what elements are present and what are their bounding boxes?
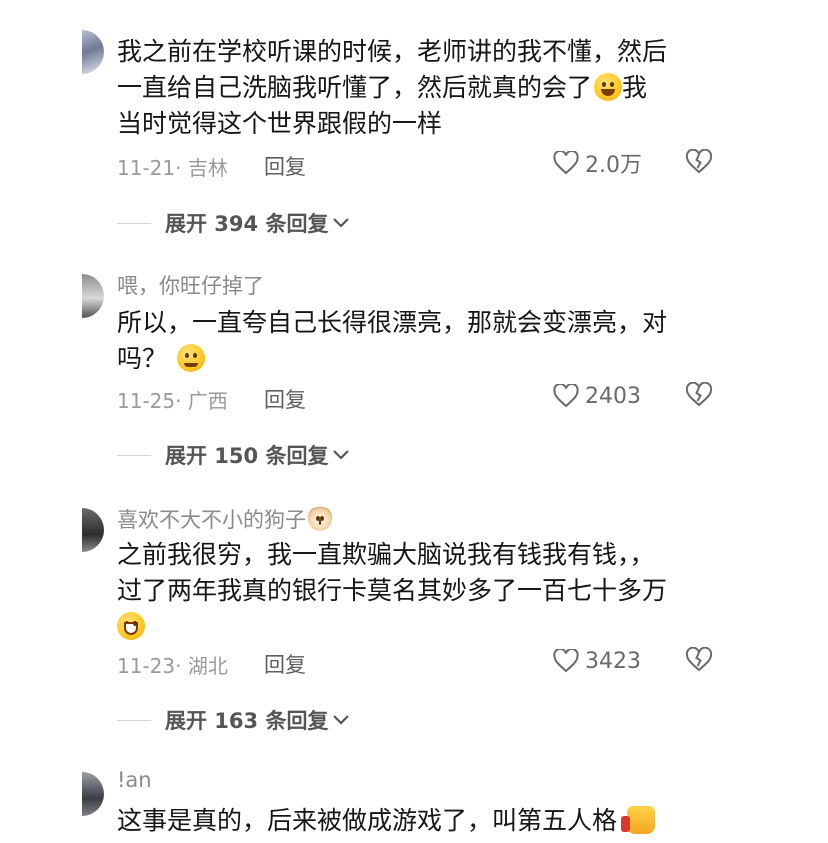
like-count: 2.0万	[585, 153, 642, 178]
divider	[117, 719, 151, 721]
comment-username-text: 喜欢不大不小的狗子	[117, 508, 306, 532]
expand-replies-label: 展开 394 条回复	[165, 212, 329, 236]
comment-line: 所以，一直夸自己长得很漂亮，那就会变漂亮，对	[117, 308, 668, 337]
comment-line: 之前我很穷，我一直欺骗大脑说我有钱我有钱，，	[117, 540, 655, 569]
comment-line: 我之前在学校听课的时候，老师讲的我不懂，然后	[117, 37, 668, 66]
like-count: 3423	[585, 648, 641, 674]
expand-replies-button[interactable]: 展开 394 条回复	[117, 208, 350, 238]
like-button[interactable]: 3423	[553, 646, 641, 676]
like-count: 2403	[585, 383, 641, 409]
comment-line	[117, 609, 717, 645]
comment-meta: 11-23· 湖北 回复 3423	[117, 646, 717, 679]
thumbs-up-emoji	[621, 806, 656, 834]
chevron-down-icon	[333, 450, 350, 460]
like-button[interactable]: 2403	[553, 381, 641, 411]
dislike-button[interactable]	[685, 381, 713, 413]
comment-line-text: 这事是真的，后来被做成游戏了，叫第五人格	[117, 806, 618, 835]
dog-face-emoji	[308, 507, 332, 531]
reply-button[interactable]: 回复	[264, 649, 306, 679]
broken-heart-icon	[685, 646, 713, 672]
heart-outline-icon	[553, 384, 579, 408]
avatar[interactable]	[82, 772, 104, 816]
chevron-down-icon	[333, 715, 350, 725]
comment-line: 吗？	[117, 341, 717, 377]
dislike-button[interactable]	[685, 148, 713, 180]
comment-meta: 11-25· 广西 回复 2403	[117, 381, 717, 414]
rolling-laughing-emoji	[594, 73, 623, 101]
avatar[interactable]	[82, 30, 104, 74]
comment-text: 我之前在学校听课的时候，老师讲的我不懂，然后 一直给自己洗脑我听懂了，然后就真的…	[117, 34, 717, 142]
comment-line-text: 一直给自己洗脑我听懂了，然后就真的会了	[117, 73, 593, 102]
expand-replies-label: 展开 163 条回复	[165, 709, 329, 733]
avatar[interactable]	[82, 508, 104, 552]
comment-username[interactable]: 喜欢不大不小的狗子	[117, 504, 332, 534]
expand-replies-button[interactable]: 展开 150 条回复	[117, 440, 350, 470]
comment-line-text: 吗？	[117, 344, 168, 373]
heart-outline-icon	[553, 151, 579, 175]
heart-outline-icon	[553, 649, 579, 673]
expand-replies-button[interactable]: 展开 163 条回复	[117, 705, 350, 735]
comment-text: 这事是真的，后来被做成游戏了，叫第五人格	[117, 803, 717, 839]
divider	[117, 454, 151, 456]
comment-line: 过了两年我真的银行卡莫名其妙多了一百七十多万	[117, 576, 668, 605]
comment-line: 这事是真的，后来被做成游戏了，叫第五人格	[117, 803, 717, 839]
comment-username[interactable]: 喂，你旺仔掉了	[117, 270, 264, 300]
divider	[117, 222, 151, 224]
reply-button[interactable]: 回复	[264, 151, 306, 181]
comment-date-location: 11-23· 湖北	[117, 654, 228, 678]
comment-date-location: 11-21· 吉林	[117, 156, 228, 180]
comment-text: 之前我很穷，我一直欺骗大脑说我有钱我有钱，， 过了两年我真的银行卡莫名其妙多了一…	[117, 537, 717, 645]
smiling-emoji	[177, 344, 206, 372]
comment-line-tail: 我	[622, 73, 648, 102]
comment-line: 一直给自己洗脑我听懂了，然后就真的会了我	[117, 70, 717, 106]
comment-meta: 11-21· 吉林 回复 2.0万	[117, 148, 717, 181]
broken-heart-icon	[685, 381, 713, 407]
broken-heart-icon	[685, 148, 713, 174]
comment-text: 所以，一直夸自己长得很漂亮，那就会变漂亮，对 吗？	[117, 305, 717, 377]
avatar[interactable]	[82, 274, 104, 318]
like-button[interactable]: 2.0万	[553, 148, 642, 178]
comment-line: 当时觉得这个世界跟假的一样	[117, 109, 443, 138]
reply-button[interactable]: 回复	[264, 384, 306, 414]
dislike-button[interactable]	[685, 646, 713, 678]
expand-replies-label: 展开 150 条回复	[165, 444, 329, 468]
comment-username[interactable]: !an	[117, 768, 152, 792]
comment-date-location: 11-25· 广西	[117, 389, 228, 413]
chevron-down-icon	[333, 218, 350, 228]
grinning-sweat-emoji	[117, 612, 145, 640]
